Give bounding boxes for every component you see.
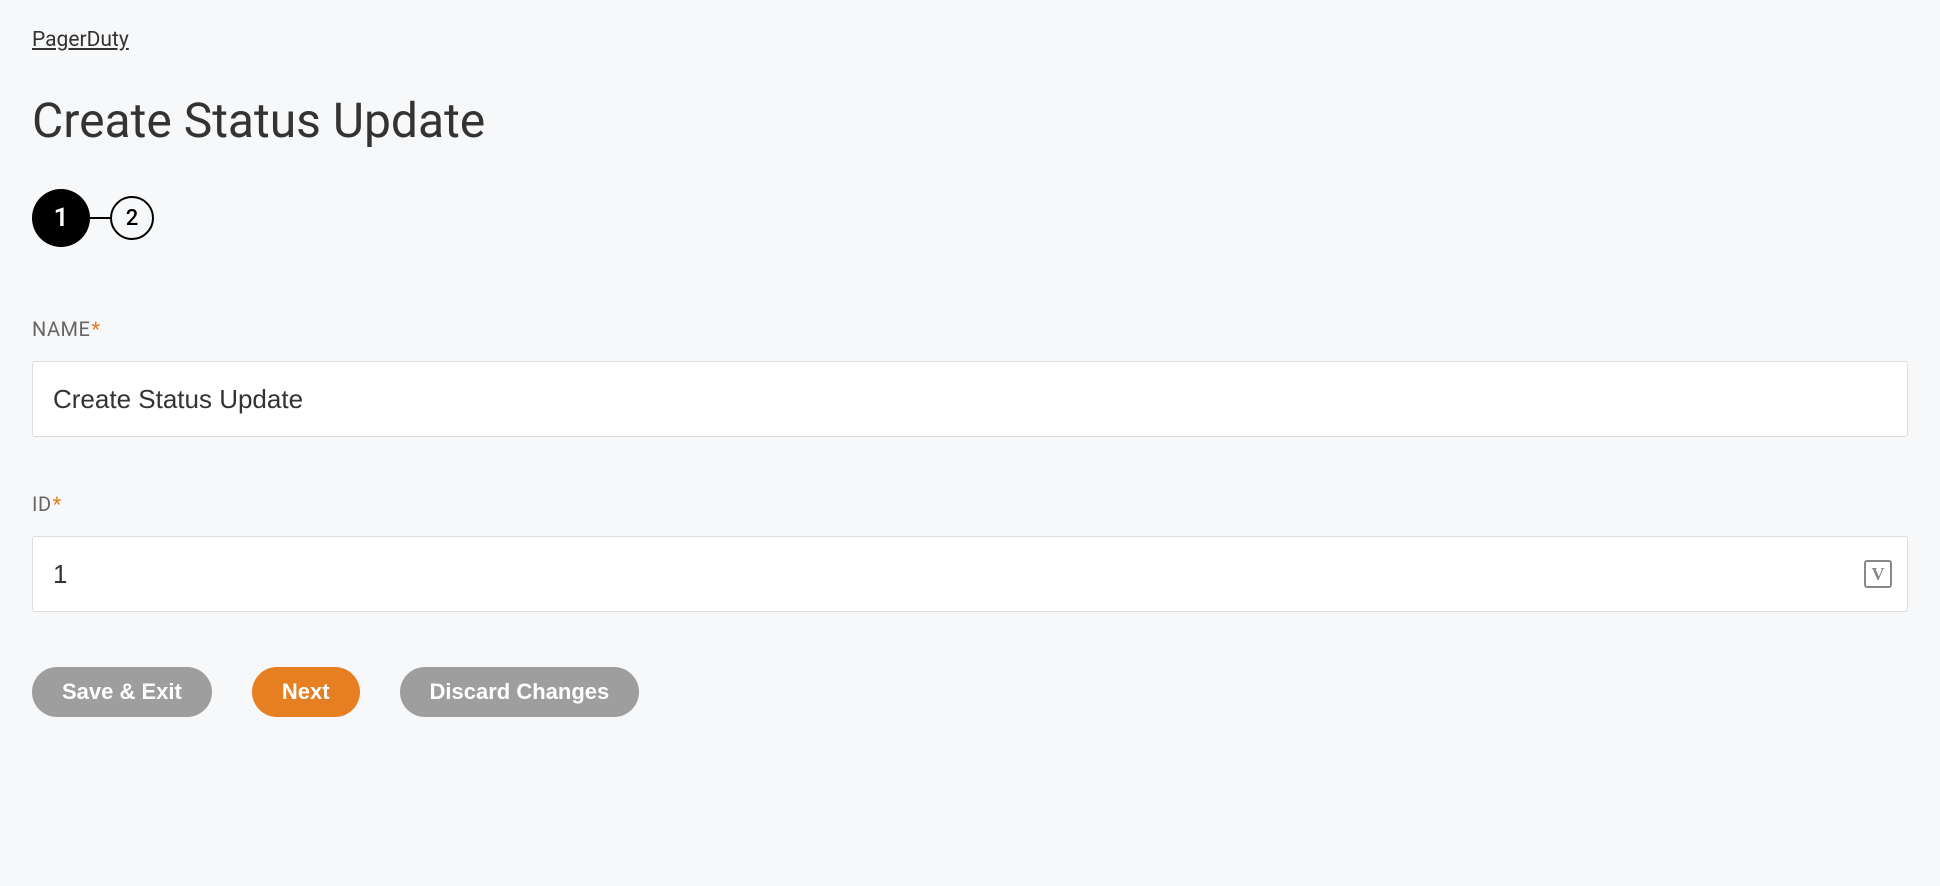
next-button[interactable]: Next — [252, 667, 360, 717]
wizard-stepper: 1 2 — [32, 189, 1908, 247]
id-label-text: ID — [32, 492, 52, 516]
id-input-wrapper: V — [32, 536, 1908, 612]
form-section: NAME* ID* V — [32, 317, 1908, 612]
name-label: NAME* — [32, 317, 1908, 341]
name-field-group: NAME* — [32, 317, 1908, 437]
save-exit-button[interactable]: Save & Exit — [32, 667, 212, 717]
button-row: Save & Exit Next Discard Changes — [32, 667, 1908, 717]
name-input-wrapper — [32, 361, 1908, 437]
discard-changes-button[interactable]: Discard Changes — [400, 667, 640, 717]
id-label: ID* — [32, 492, 1908, 516]
id-field-group: ID* V — [32, 492, 1908, 612]
id-input[interactable] — [32, 536, 1908, 612]
name-input[interactable] — [32, 361, 1908, 437]
page-title: Create Status Update — [32, 92, 1908, 149]
name-label-text: NAME — [32, 317, 90, 341]
variable-icon[interactable]: V — [1864, 560, 1892, 588]
step-1[interactable]: 1 — [32, 189, 90, 247]
step-2[interactable]: 2 — [110, 196, 154, 240]
breadcrumb-link[interactable]: PagerDuty — [32, 28, 129, 52]
step-connector — [90, 217, 110, 219]
required-asterisk-icon: * — [53, 492, 62, 516]
required-asterisk-icon: * — [91, 317, 100, 341]
